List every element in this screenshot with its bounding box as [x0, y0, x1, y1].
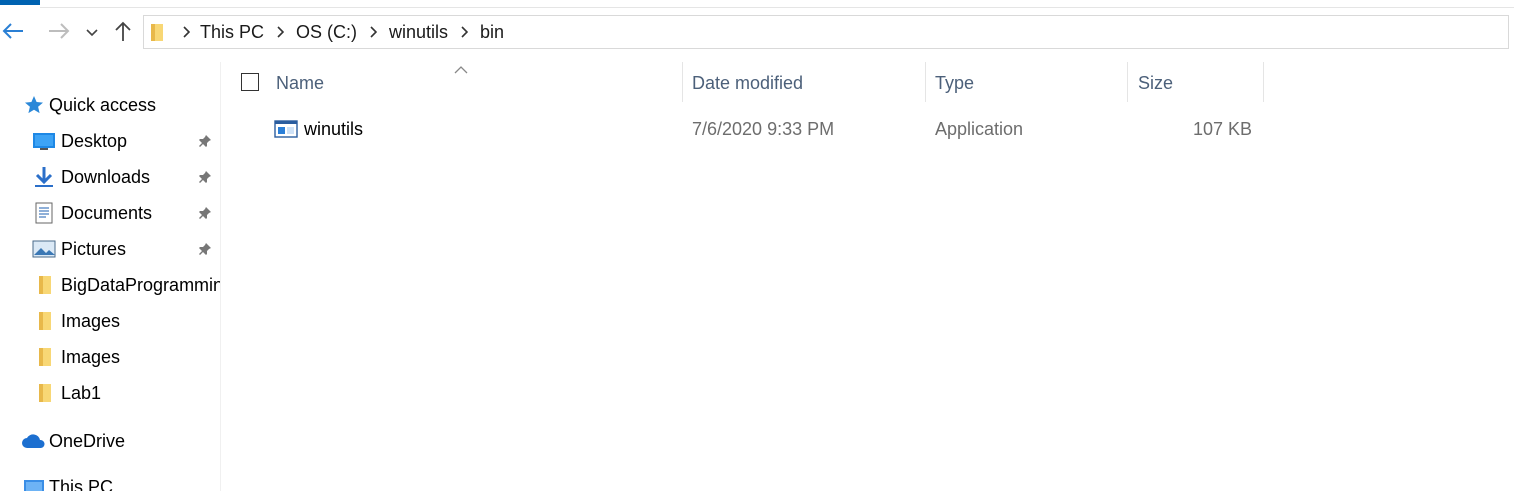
folder-icon [32, 273, 56, 297]
breadcrumb-bin[interactable]: bin [476, 22, 508, 43]
column-divider[interactable] [682, 62, 683, 102]
sidebar-item-label: Images [61, 346, 121, 367]
window-accent-strip [0, 0, 40, 5]
pin-icon[interactable] [196, 240, 214, 258]
cloud-icon [20, 429, 48, 453]
chevron-down-icon [86, 24, 98, 42]
desktop-icon [32, 129, 56, 153]
up-arrow-icon [114, 20, 132, 47]
file-type: Application [935, 118, 1024, 139]
computer-icon [22, 475, 46, 491]
file-size: 107 KB [1192, 118, 1252, 139]
folder-icon [32, 381, 56, 405]
sidebar-item-images-2[interactable]: Images [0, 341, 220, 373]
column-header-type[interactable]: Type [935, 62, 1125, 104]
navigation-pane: Quick access Desktop Downloads Documents [0, 62, 221, 491]
recent-locations-button[interactable] [80, 20, 104, 46]
sidebar-item-desktop[interactable]: Desktop [0, 125, 220, 157]
sidebar-item-this-pc[interactable]: This PC [0, 471, 220, 491]
sidebar-item-lab1[interactable]: Lab1 [0, 377, 220, 409]
application-icon [274, 112, 298, 146]
column-header-date-modified[interactable]: Date modified [692, 62, 922, 104]
breadcrumb-winutils[interactable]: winutils [385, 22, 452, 43]
up-button[interactable] [110, 20, 136, 46]
folder-icon [32, 345, 56, 369]
chevron-right-icon[interactable] [176, 22, 196, 42]
documents-icon [32, 201, 56, 225]
select-all-checkbox[interactable] [241, 73, 259, 91]
chevron-right-icon[interactable] [363, 22, 383, 42]
sidebar-item-label: Pictures [61, 238, 127, 259]
sidebar-item-label: BigDataProgramming [61, 274, 220, 295]
file-list-view: Name Date modified Type Size winutils 7/… [221, 62, 1514, 491]
sidebar-item-label: Quick access [49, 94, 157, 115]
sidebar-item-onedrive[interactable]: OneDrive [0, 425, 220, 457]
forward-button[interactable] [46, 20, 72, 46]
navigation-bar: This PC OS (C:) winutils bin [0, 10, 1514, 56]
chevron-right-icon[interactable] [270, 22, 290, 42]
sidebar-item-label: OneDrive [49, 430, 126, 451]
chevron-right-icon[interactable] [454, 22, 474, 42]
sidebar-item-pictures[interactable]: Pictures [0, 233, 220, 265]
sidebar-item-bigdataprogramming[interactable]: BigDataProgramming [0, 269, 220, 301]
file-date-modified: 7/6/2020 9:33 PM [692, 118, 835, 139]
forward-arrow-icon [48, 22, 70, 45]
sidebar-item-downloads[interactable]: Downloads [0, 161, 220, 193]
sidebar-item-quick-access[interactable]: Quick access [0, 89, 220, 121]
pin-icon[interactable] [196, 168, 214, 186]
column-header-size[interactable]: Size [1138, 62, 1258, 104]
pin-icon[interactable] [196, 132, 214, 150]
breadcrumb-os-c[interactable]: OS (C:) [292, 22, 361, 43]
pin-icon[interactable] [196, 204, 214, 222]
downloads-icon [32, 165, 56, 189]
file-row[interactable]: winutils 7/6/2020 9:33 PM Application 10… [221, 112, 1514, 146]
column-divider[interactable] [1263, 62, 1264, 102]
folder-icon [32, 309, 56, 333]
breadcrumb-this-pc[interactable]: This PC [196, 22, 268, 43]
pictures-icon [32, 237, 56, 261]
column-header-name[interactable]: Name [276, 62, 676, 104]
sidebar-item-label: Lab1 [61, 382, 102, 403]
sidebar-item-images[interactable]: Images [0, 305, 220, 337]
column-divider[interactable] [1127, 62, 1128, 102]
folder-icon [150, 22, 166, 42]
file-name[interactable]: winutils [304, 112, 363, 146]
sidebar-item-documents[interactable]: Documents [0, 197, 220, 229]
back-arrow-icon [2, 22, 24, 45]
sidebar-item-label: Images [61, 310, 121, 331]
sidebar-item-label: Documents [61, 202, 153, 223]
back-button[interactable] [0, 20, 26, 46]
sidebar-item-label: This PC [49, 476, 114, 491]
sidebar-item-label: Downloads [61, 166, 151, 187]
column-divider[interactable] [925, 62, 926, 102]
column-header-row: Name Date modified Type Size [221, 62, 1514, 104]
address-bar[interactable]: This PC OS (C:) winutils bin [143, 15, 1509, 49]
star-icon [22, 93, 46, 117]
ribbon-divider [40, 7, 1514, 8]
sidebar-item-label: Desktop [61, 130, 128, 151]
